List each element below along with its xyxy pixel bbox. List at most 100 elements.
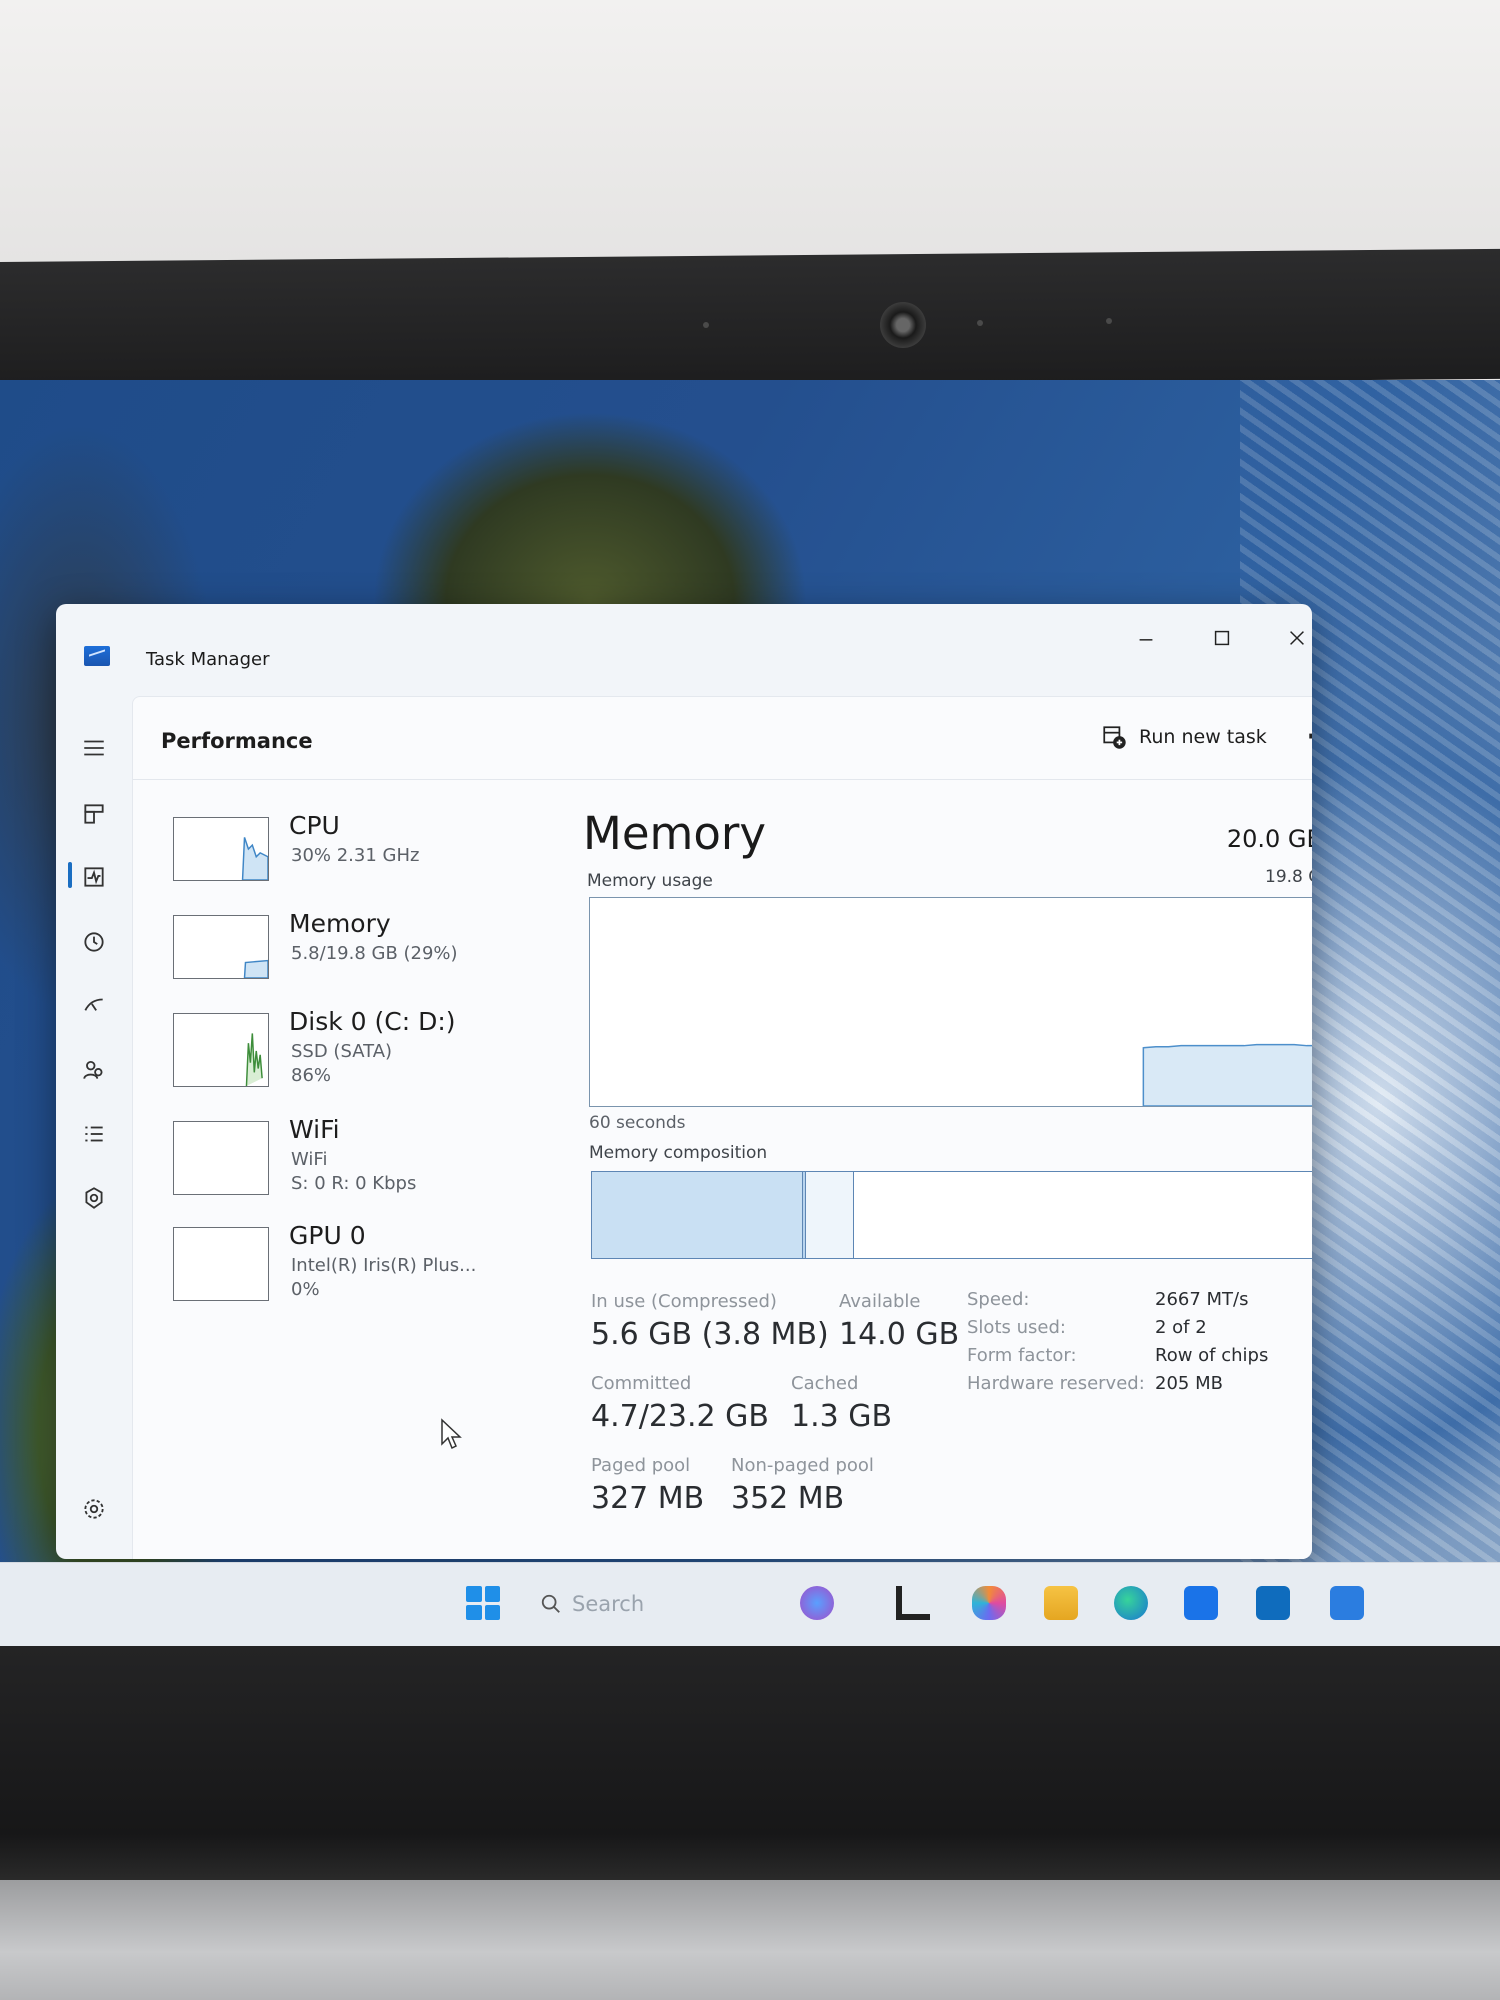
cached-value: 1.3 GB <box>791 1399 893 1434</box>
cpu-thumbnail <box>173 817 269 881</box>
spec-label: Speed: <box>967 1289 1030 1310</box>
memory-usage-graph <box>589 897 1312 1107</box>
wifi-thumbnail <box>173 1121 269 1195</box>
wall-background <box>0 0 1500 280</box>
non-paged-pool-value: 352 MB <box>731 1481 845 1516</box>
services-icon <box>85 1187 103 1209</box>
memory-usage-area <box>1142 1043 1312 1107</box>
device-usage: 0% <box>291 1279 320 1300</box>
sensor-dot <box>977 320 983 326</box>
title-bar[interactable]: Task Manager <box>56 604 1312 684</box>
non-paged-pool-label: Non-paged pool <box>731 1455 874 1476</box>
device-name: WiFi <box>289 1115 340 1144</box>
disk-thumbnail <box>173 1013 269 1087</box>
spec-value: Row of chips <box>1155 1345 1269 1366</box>
spec-label: Form factor: <box>967 1345 1077 1366</box>
memory-total: 20.0 GB <box>1226 825 1312 853</box>
hamburger-icon <box>84 740 104 756</box>
gpu-thumbnail <box>173 1227 269 1301</box>
minimize-icon <box>1139 639 1153 641</box>
composition-standby <box>806 1172 854 1258</box>
committed-value: 4.7/23.2 GB <box>591 1399 769 1434</box>
in-use-value: 5.6 GB (3.8 MB) <box>591 1317 829 1352</box>
paged-pool-value: 327 MB <box>591 1481 705 1516</box>
sensor-dot <box>703 322 709 328</box>
nav-settings[interactable] <box>74 1489 114 1529</box>
minimize-button[interactable] <box>1116 616 1176 660</box>
nav-startup-apps[interactable] <box>74 986 114 1026</box>
task-manager-window: Task Manager Performance Run new task CP… <box>56 604 1312 1559</box>
start-button[interactable] <box>466 1586 500 1620</box>
memory-composition-label: Memory composition <box>589 1143 768 1163</box>
spec-label: Slots used: <box>967 1317 1066 1338</box>
available-label: Available <box>839 1291 921 1312</box>
store-icon[interactable] <box>1184 1586 1218 1620</box>
nav-services[interactable] <box>74 1178 114 1218</box>
device-memory[interactable]: Memory 5.8/19.8 GB (29%) <box>155 905 495 995</box>
device-throughput: S: 0 R: 0 Kbps <box>291 1173 417 1194</box>
file-explorer-icon[interactable] <box>1044 1586 1078 1620</box>
nav-performance[interactable] <box>74 857 114 897</box>
startup-apps-icon <box>84 998 103 1011</box>
navigation-rail <box>56 684 132 1559</box>
close-button[interactable] <box>1267 616 1312 660</box>
processes-icon <box>84 804 104 824</box>
selected-indicator <box>68 862 72 888</box>
nav-users[interactable] <box>74 1050 114 1090</box>
device-name: CPU <box>289 811 340 840</box>
task-manager-app-icon <box>84 646 110 666</box>
taskbar-search[interactable]: Search <box>540 1588 690 1620</box>
device-name: Memory <box>289 909 391 938</box>
memory-usage-plot <box>1142 1043 1312 1107</box>
webcam-icon <box>880 302 926 348</box>
search-placeholder: Search <box>572 1592 645 1616</box>
spec-label: Hardware reserved: <box>967 1373 1145 1394</box>
page-title: Performance <box>161 729 313 753</box>
spec-value: 205 MB <box>1155 1373 1223 1394</box>
paged-pool-label: Paged pool <box>591 1455 691 1476</box>
device-detail: WiFi <box>291 1149 328 1170</box>
run-task-icon <box>1103 726 1126 749</box>
copilot-icon[interactable] <box>800 1586 834 1620</box>
device-detail: Intel(R) Iris(R) Plus... <box>291 1255 477 1276</box>
edge-icon[interactable] <box>1114 1586 1148 1620</box>
nav-details[interactable] <box>74 1114 114 1154</box>
composition-in-use <box>592 1172 804 1258</box>
maximize-icon <box>1214 630 1230 646</box>
maximize-button[interactable] <box>1192 616 1252 660</box>
lenovo-icon[interactable] <box>896 1586 930 1620</box>
outlook-icon[interactable] <box>1256 1586 1290 1620</box>
more-options-button[interactable]: ··· <box>1301 717 1312 757</box>
device-gpu[interactable]: GPU 0 Intel(R) Iris(R) Plus... 0% <box>155 1217 495 1307</box>
available-value: 14.0 GB <box>839 1317 960 1352</box>
settings-icon <box>84 1499 104 1519</box>
copilot-app-icon[interactable] <box>972 1586 1006 1620</box>
memory-thumbnail <box>173 915 269 979</box>
device-detail: SSD (SATA) <box>291 1041 393 1062</box>
device-wifi[interactable]: WiFi WiFi S: 0 R: 0 Kbps <box>155 1111 495 1201</box>
memory-usage-max: 19.8 GB <box>1265 867 1312 887</box>
spec-value: 2 of 2 <box>1155 1317 1207 1338</box>
nav-app-history[interactable] <box>74 922 114 962</box>
hamburger-menu-button[interactable] <box>74 728 114 768</box>
details-icon <box>85 1126 103 1142</box>
run-new-task-button[interactable]: Run new task <box>1101 717 1267 757</box>
memory-usage-label: Memory usage <box>587 871 713 891</box>
device-name: GPU 0 <box>289 1221 366 1250</box>
spec-value: 2667 MT/s <box>1155 1289 1249 1310</box>
device-name: Disk 0 (C: D:) <box>289 1007 456 1036</box>
cached-label: Cached <box>791 1373 859 1394</box>
task-manager-taskbar-icon[interactable] <box>1330 1586 1364 1620</box>
device-cpu[interactable]: CPU 30% 2.31 GHz <box>155 807 495 897</box>
sensor-dot <box>1106 318 1112 324</box>
device-disk[interactable]: Disk 0 (C: D:) SSD (SATA) 86% <box>155 1003 495 1093</box>
performance-page: Performance Run new task ··· CPU 30% 2.3… <box>132 696 1312 1559</box>
device-detail: 5.8/19.8 GB (29%) <box>291 943 458 964</box>
nav-processes[interactable] <box>74 794 114 834</box>
device-detail: 30% 2.31 GHz <box>291 845 420 866</box>
mouse-cursor-icon <box>441 1418 462 1450</box>
laptop-chassis <box>0 1880 1500 2000</box>
device-usage: 86% <box>291 1065 332 1086</box>
run-new-task-label: Run new task <box>1139 726 1267 748</box>
performance-icon <box>84 867 104 887</box>
